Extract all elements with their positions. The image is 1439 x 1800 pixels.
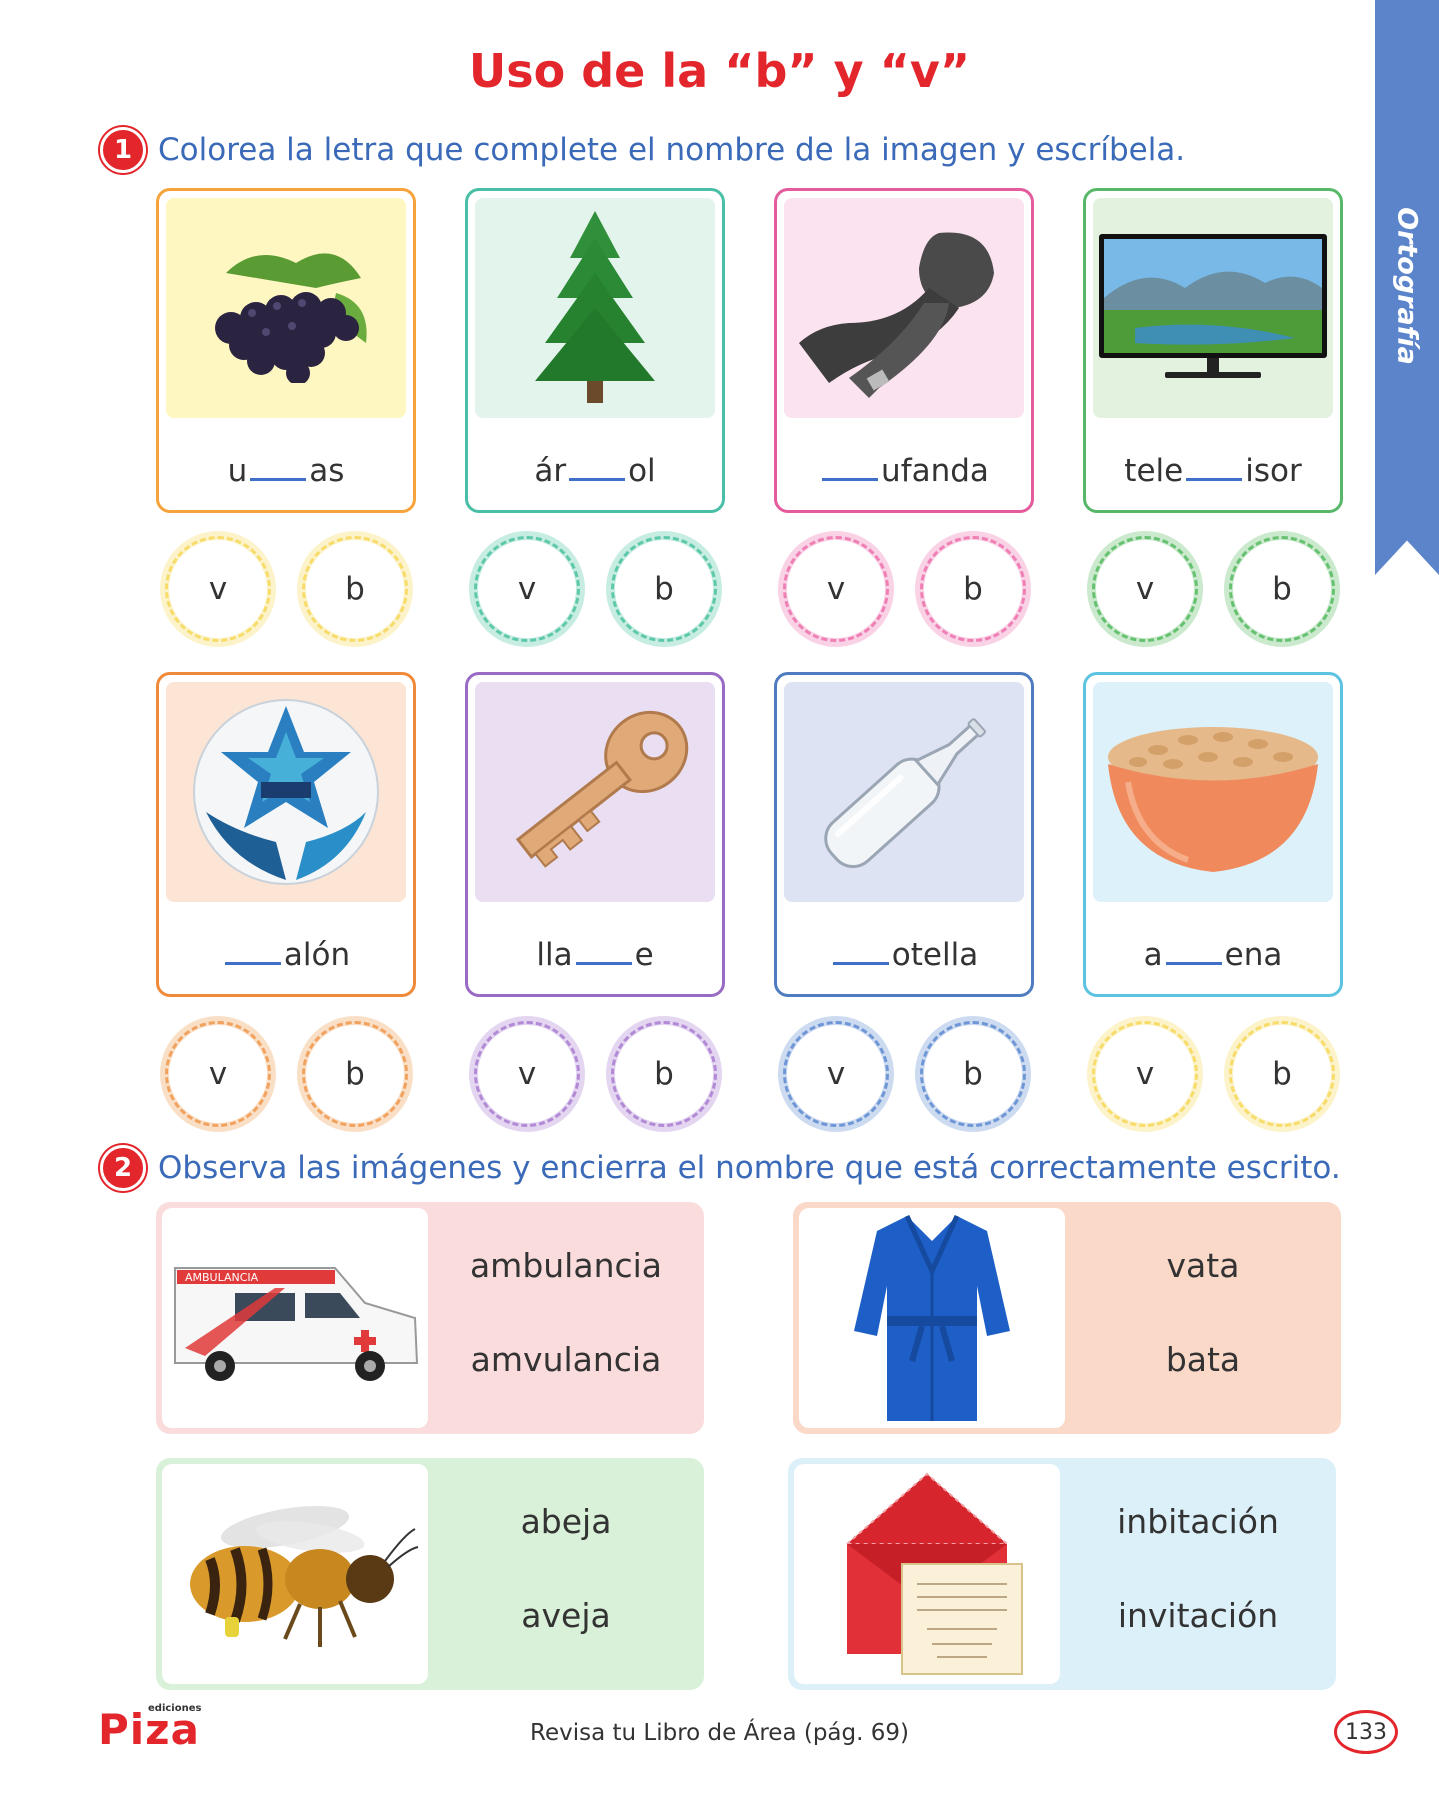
answer-blank[interactable] bbox=[569, 471, 626, 481]
tv-icon bbox=[1093, 198, 1333, 418]
answer-blank[interactable] bbox=[1186, 471, 1243, 481]
answer-blank[interactable] bbox=[250, 471, 307, 481]
page-title: Uso de la “b” y “v” bbox=[468, 44, 971, 98]
answer-blank[interactable] bbox=[1165, 955, 1222, 965]
word-card-televisor: tele isor bbox=[1083, 188, 1343, 513]
incomplete-word: tele isor bbox=[1124, 453, 1302, 489]
scarf-icon bbox=[784, 198, 1024, 418]
section-tab-label: Ortografía bbox=[1391, 207, 1423, 365]
incomplete-word: alón bbox=[159, 937, 413, 973]
key-icon bbox=[475, 682, 715, 902]
panel-ambulancia: AMBULANCIA ambulancia amvulancia bbox=[156, 1202, 704, 1434]
word-option-correct[interactable]: invitación bbox=[1060, 1596, 1336, 1635]
word-option-incorrect[interactable]: amvulancia bbox=[428, 1340, 704, 1379]
answer-blank[interactable] bbox=[832, 955, 889, 965]
incomplete-word: otella bbox=[777, 937, 1031, 973]
word-card-arbol: ár ol bbox=[465, 188, 725, 513]
incomplete-word: ár ol bbox=[534, 453, 656, 489]
option-v-circle[interactable]: v bbox=[1087, 531, 1203, 647]
word-card-botella: otella bbox=[774, 672, 1034, 997]
activity-2-text: Observa las imágenes y encierra el nombr… bbox=[158, 1150, 1341, 1186]
word-option-incorrect[interactable]: aveja bbox=[428, 1596, 704, 1635]
bathrobe-icon bbox=[799, 1208, 1065, 1428]
ambulance-icon: AMBULANCIA bbox=[162, 1208, 428, 1428]
activity-1-number: 1 bbox=[100, 127, 146, 173]
option-b-circle[interactable]: b bbox=[606, 1016, 722, 1132]
option-b-circle[interactable]: b bbox=[606, 531, 722, 647]
option-v-circle[interactable]: v bbox=[778, 531, 894, 647]
bee-icon bbox=[162, 1464, 428, 1684]
section-tab: Ortografía bbox=[1375, 0, 1439, 575]
word-option-correct[interactable]: ambulancia bbox=[428, 1246, 704, 1285]
word-card-llave: lla e bbox=[465, 672, 725, 997]
panel-invitacion: inbitación invitación bbox=[788, 1458, 1336, 1690]
tree-icon bbox=[475, 198, 715, 418]
incomplete-word: u as bbox=[227, 453, 345, 489]
incomplete-word: lla e bbox=[536, 937, 654, 973]
option-b-circle[interactable]: b bbox=[915, 1016, 1031, 1132]
activity-1-instruction: 1 Colorea la letra que complete el nombr… bbox=[100, 127, 1186, 173]
ball-icon bbox=[166, 682, 406, 902]
answer-blank[interactable] bbox=[224, 955, 281, 965]
option-b-circle[interactable]: b bbox=[1224, 531, 1340, 647]
word-option-incorrect[interactable]: vata bbox=[1065, 1246, 1341, 1285]
activity-2-instruction: 2 Observa las imágenes y encierra el nom… bbox=[100, 1145, 1341, 1191]
answer-blank[interactable] bbox=[575, 955, 632, 965]
word-option-correct[interactable]: bata bbox=[1065, 1340, 1341, 1379]
option-v-circle[interactable]: v bbox=[778, 1016, 894, 1132]
option-v-circle[interactable]: v bbox=[469, 1016, 585, 1132]
activity-1-text: Colorea la letra que complete el nombre … bbox=[158, 132, 1186, 168]
option-b-circle[interactable]: b bbox=[297, 531, 413, 647]
incomplete-word: ufanda bbox=[777, 453, 1031, 489]
option-b-circle[interactable]: b bbox=[297, 1016, 413, 1132]
option-v-circle[interactable]: v bbox=[1087, 1016, 1203, 1132]
panel-abeja: abeja aveja bbox=[156, 1458, 704, 1690]
bottle-icon bbox=[784, 682, 1024, 902]
page-number: 133 bbox=[1334, 1710, 1398, 1754]
word-option-incorrect[interactable]: inbitación bbox=[1060, 1502, 1336, 1541]
option-v-circle[interactable]: v bbox=[160, 1016, 276, 1132]
svg-text:AMBULANCIA: AMBULANCIA bbox=[185, 1271, 259, 1284]
word-option-correct[interactable]: abeja bbox=[428, 1502, 704, 1541]
word-card-balon: alón bbox=[156, 672, 416, 997]
word-card-uvas: u as bbox=[156, 188, 416, 513]
footer-reference: Revisa tu Libro de Área (pág. 69) bbox=[530, 1720, 909, 1746]
activity-2-number: 2 bbox=[100, 1145, 146, 1191]
incomplete-word: a ena bbox=[1143, 937, 1283, 973]
invitation-icon bbox=[794, 1464, 1060, 1684]
word-card-avena: a ena bbox=[1083, 672, 1343, 997]
option-v-circle[interactable]: v bbox=[160, 531, 276, 647]
option-b-circle[interactable]: b bbox=[1224, 1016, 1340, 1132]
oats-bowl-icon bbox=[1093, 682, 1333, 902]
option-v-circle[interactable]: v bbox=[469, 531, 585, 647]
word-card-bufanda: ufanda bbox=[774, 188, 1034, 513]
panel-bata: vata bata bbox=[793, 1202, 1341, 1434]
answer-blank[interactable] bbox=[822, 471, 879, 481]
option-b-circle[interactable]: b bbox=[915, 531, 1031, 647]
grapes-icon bbox=[166, 198, 406, 418]
